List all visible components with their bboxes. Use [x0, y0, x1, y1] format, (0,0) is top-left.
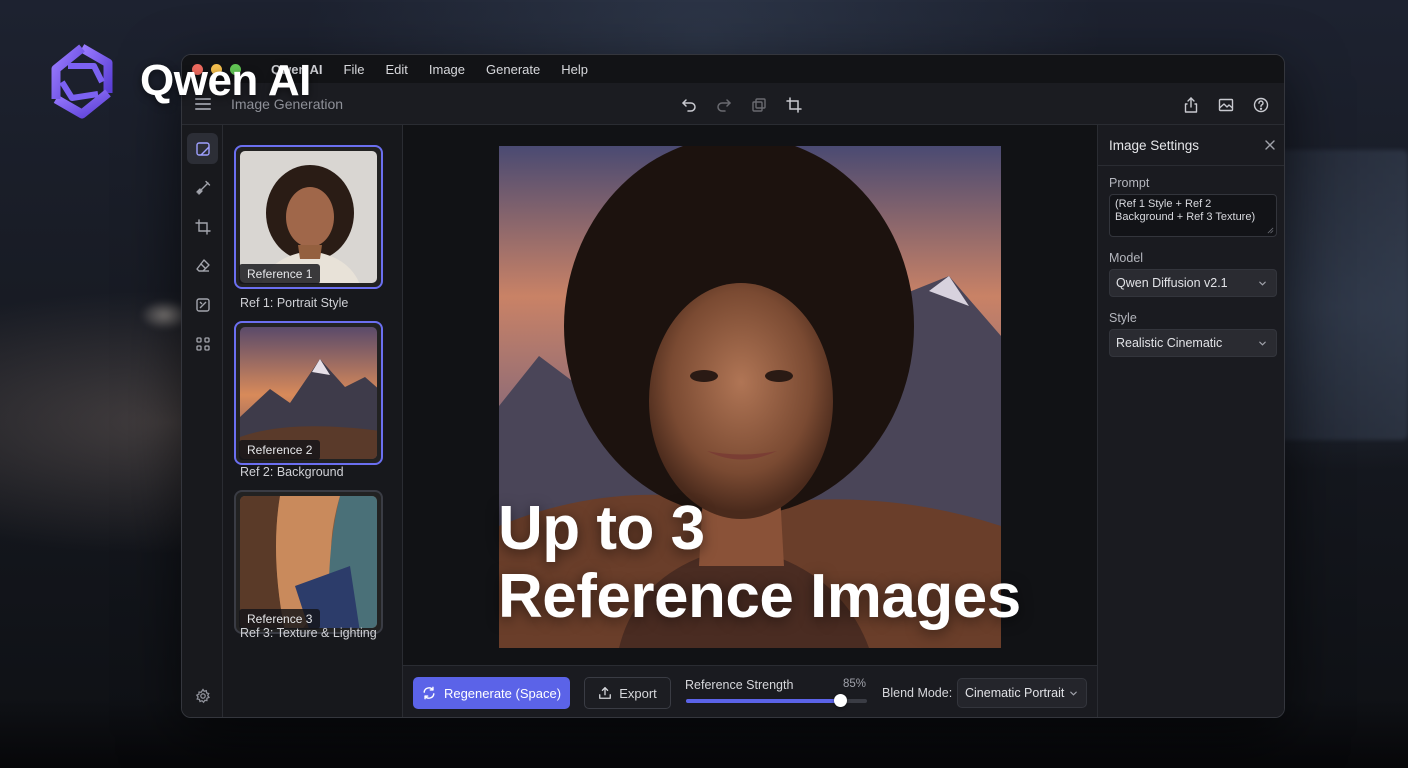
- menu-edit[interactable]: Edit: [385, 62, 407, 77]
- headline-line-1: Up to 3: [498, 494, 705, 563]
- image-adjust-icon: [195, 297, 210, 312]
- style-label: Style: [1109, 311, 1137, 325]
- blend-mode-select[interactable]: Cinematic Portrait: [957, 678, 1087, 708]
- undo-button[interactable]: [677, 93, 700, 116]
- chevron-down-icon: [1070, 691, 1077, 696]
- prompt-textarea[interactable]: (Ref 1 Style + Ref 2 Background + Ref 3 …: [1109, 194, 1277, 237]
- chevron-down-icon: [1259, 281, 1266, 286]
- help-icon: [1253, 97, 1268, 112]
- canvas-icon: [195, 141, 210, 156]
- gallery-icon: [1218, 98, 1233, 111]
- model-select[interactable]: Qwen Diffusion v2.1: [1109, 269, 1277, 297]
- slider-fill: [686, 699, 840, 703]
- refresh-icon: [423, 686, 435, 700]
- tool-rail: [182, 125, 223, 717]
- resize-grip-icon[interactable]: [1267, 227, 1274, 234]
- close-icon[interactable]: [1264, 139, 1276, 151]
- crop-icon: [194, 218, 211, 235]
- prompt-text: (Ref 1 Style + Ref 2 Background + Ref 3 …: [1115, 198, 1256, 223]
- reference-tag: Reference 2: [239, 440, 321, 460]
- canvas-tool-button[interactable]: [187, 133, 218, 164]
- eraser-icon: [195, 258, 210, 272]
- background-monitor: [1268, 150, 1408, 440]
- headline-line-2: Reference Images: [498, 562, 1021, 631]
- grid-icon: [195, 336, 210, 351]
- undo-icon: [681, 98, 696, 112]
- chevron-down-icon: [1259, 341, 1266, 346]
- style-select[interactable]: Realistic Cinematic: [1109, 329, 1277, 357]
- brush-icon: [195, 180, 210, 195]
- reference-tag: Reference 1: [239, 264, 321, 284]
- settings-title: Image Settings: [1109, 138, 1200, 153]
- prompt-label: Prompt: [1109, 176, 1150, 190]
- model-value: Qwen Diffusion v2.1: [1116, 276, 1228, 290]
- gallery-button[interactable]: [1214, 93, 1237, 116]
- menu-generate[interactable]: Generate: [486, 62, 540, 77]
- reference-strength-value: 85%: [843, 678, 867, 690]
- reference-card-3[interactable]: Reference 3: [234, 490, 383, 634]
- crop-icon: [785, 96, 802, 113]
- blend-mode-label: Blend Mode:: [882, 686, 953, 700]
- slider-thumb[interactable]: [833, 694, 847, 707]
- settings-gear-icon: [195, 687, 210, 703]
- eraser-tool-button[interactable]: [187, 250, 218, 281]
- grid-tool-button[interactable]: [187, 328, 218, 359]
- crop-toolbar-button[interactable]: [782, 93, 805, 116]
- divider: [1098, 165, 1284, 166]
- reference-card-2[interactable]: Reference 2: [234, 321, 383, 465]
- reference-caption-1: Ref 1: Portrait Style: [240, 296, 349, 310]
- upload-icon: [599, 687, 612, 699]
- reference-caption-3: Ref 3: Texture & Lighting: [240, 626, 377, 640]
- reference-panel: Reference 1 Ref 1: Portrait Style Refere…: [223, 125, 403, 717]
- headline-overlay: Up to 3 Reference Images: [498, 495, 1021, 631]
- style-value: Realistic Cinematic: [1116, 336, 1223, 350]
- brush-tool-button[interactable]: [187, 172, 218, 203]
- qwen-logo-icon: [51, 44, 113, 119]
- regenerate-button[interactable]: Regenerate (Space): [413, 677, 570, 709]
- share-icon: [1184, 96, 1197, 113]
- canvas-area: Up to 3 Reference Images: [403, 125, 1097, 665]
- reference-strength-label: Reference Strength: [685, 678, 794, 692]
- edit-actions: [677, 93, 805, 116]
- image-settings-panel: Image Settings Prompt (Ref 1 Style + Ref…: [1097, 125, 1284, 717]
- export-button[interactable]: Export: [584, 677, 671, 709]
- blend-mode-value: Cinematic Portrait: [965, 686, 1065, 700]
- menu-image[interactable]: Image: [429, 62, 465, 77]
- window-actions: [1179, 93, 1272, 116]
- reference-caption-2: Ref 2: Background: [240, 465, 344, 479]
- redo-button[interactable]: [712, 93, 735, 116]
- bottom-action-bar: Regenerate (Space) Export Reference Stre…: [403, 665, 1097, 717]
- toolbar: Image Generation: [182, 83, 1284, 125]
- settings-button[interactable]: [187, 680, 218, 711]
- help-button[interactable]: [1249, 93, 1272, 116]
- app-window: Qwen AI File Edit Image Generate Help Im…: [181, 54, 1285, 718]
- duplicate-button[interactable]: [747, 93, 770, 116]
- crop-tool-button[interactable]: [187, 211, 218, 242]
- menu-bar: Qwen AI File Edit Image Generate Help: [182, 55, 1284, 83]
- redo-icon: [716, 98, 731, 112]
- reference-strength-slider[interactable]: [686, 694, 867, 707]
- share-button[interactable]: [1179, 93, 1202, 116]
- brand-lockup: Qwen AI: [46, 42, 311, 120]
- menu-help[interactable]: Help: [561, 62, 588, 77]
- brand-name: Qwen AI: [140, 56, 311, 105]
- menu-file[interactable]: File: [344, 62, 365, 77]
- image-adjust-tool-button[interactable]: [187, 289, 218, 320]
- reference-card-1[interactable]: Reference 1: [234, 145, 383, 289]
- duplicate-icon: [751, 97, 766, 112]
- regenerate-label: Regenerate (Space): [443, 685, 562, 701]
- export-label: Export: [619, 685, 657, 701]
- model-label: Model: [1109, 251, 1144, 265]
